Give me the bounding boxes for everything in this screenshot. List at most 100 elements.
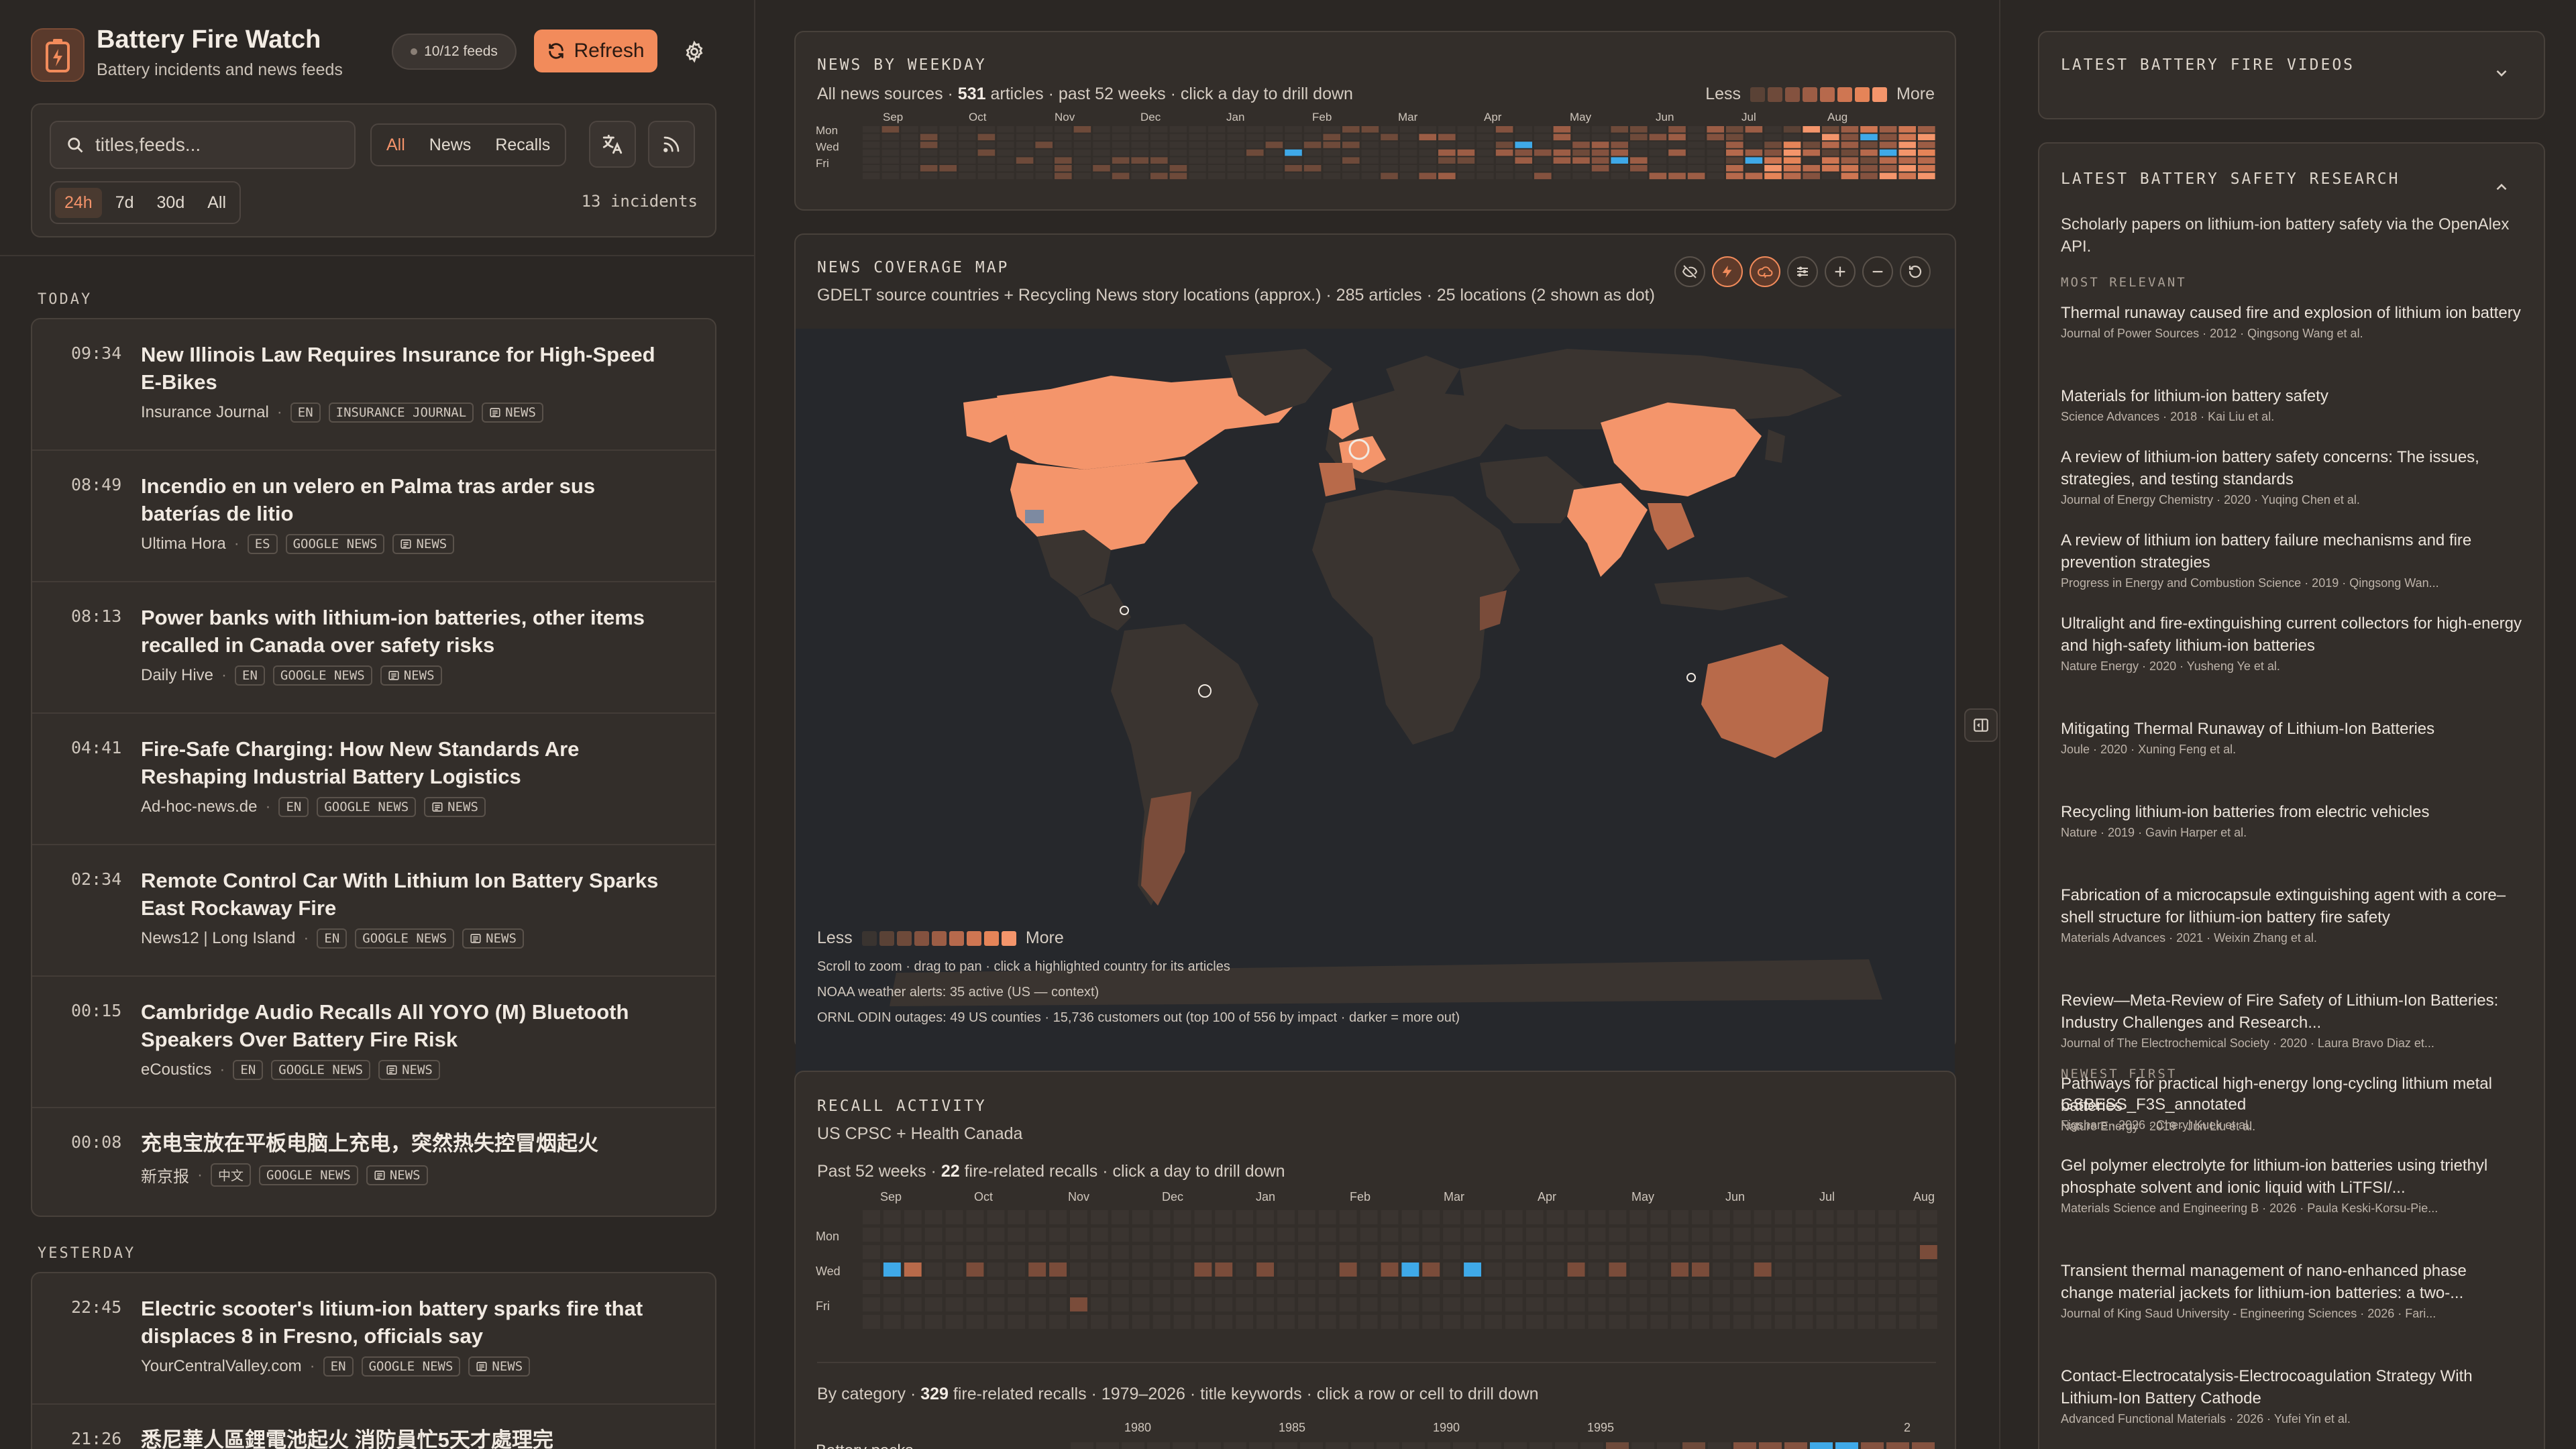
recall-cell[interactable] xyxy=(1111,1263,1129,1277)
heatmap-cell[interactable] xyxy=(1150,172,1168,180)
heatmap-cell[interactable] xyxy=(1285,142,1302,148)
recall-cell[interactable] xyxy=(945,1245,963,1259)
heatmap-cell[interactable] xyxy=(1285,164,1302,172)
heatmap-cell[interactable] xyxy=(1208,172,1226,180)
heatmap-cell[interactable] xyxy=(1822,126,1839,133)
heatmap-cell[interactable] xyxy=(1898,133,1916,141)
heatmap-cell[interactable] xyxy=(997,126,1014,133)
recall-cell[interactable] xyxy=(1297,1315,1316,1329)
recall-cell[interactable] xyxy=(1774,1210,1792,1224)
recall-cell[interactable] xyxy=(1525,1210,1544,1224)
recall-cell[interactable] xyxy=(1360,1210,1378,1224)
category-cell[interactable] xyxy=(1580,1442,1603,1449)
recall-cell[interactable] xyxy=(1505,1297,1523,1311)
heatmap-cell[interactable] xyxy=(1572,126,1590,133)
heatmap-cell[interactable] xyxy=(1477,149,1494,156)
heatmap-cell[interactable] xyxy=(1342,164,1360,172)
category-cell[interactable] xyxy=(1377,1442,1399,1449)
recall-cell[interactable] xyxy=(1049,1228,1067,1242)
heatmap-cell[interactable] xyxy=(1745,133,1763,141)
heatmap-cell[interactable] xyxy=(1285,133,1302,141)
heatmap-cell[interactable] xyxy=(1841,157,1859,164)
heatmap-cell[interactable] xyxy=(1764,172,1782,180)
heatmap-cell[interactable] xyxy=(1246,164,1264,172)
heatmap-cell[interactable] xyxy=(1131,133,1148,141)
recall-cell[interactable] xyxy=(1858,1315,1876,1329)
recall-cell[interactable] xyxy=(1650,1228,1668,1242)
category-cell[interactable] xyxy=(1071,1442,1093,1449)
heatmap-cell[interactable] xyxy=(1419,142,1436,148)
heatmap-cell[interactable] xyxy=(1477,142,1494,148)
recall-cell[interactable] xyxy=(1754,1280,1772,1294)
paper-title[interactable]: Thermal runaway caused fire and explosio… xyxy=(2061,302,2524,324)
recall-cell[interactable] xyxy=(1443,1280,1461,1294)
heatmap-cell[interactable] xyxy=(1495,149,1513,156)
heatmap-cell[interactable] xyxy=(977,157,996,164)
recall-cell[interactable] xyxy=(904,1280,922,1294)
heatmap-cell[interactable] xyxy=(1668,142,1686,148)
recall-cell[interactable] xyxy=(1899,1245,1917,1259)
heatmap-cell[interactable] xyxy=(1438,172,1456,180)
recall-cell[interactable] xyxy=(1318,1280,1336,1294)
heatmap-cell[interactable] xyxy=(1265,172,1283,180)
recall-cell[interactable] xyxy=(966,1315,984,1329)
heatmap-cell[interactable] xyxy=(1208,133,1226,141)
heatmap-cell[interactable] xyxy=(1093,157,1110,164)
paper-item[interactable]: Fabrication of a microcapsule extinguish… xyxy=(2061,884,2524,945)
news-item[interactable]: 08:13 Power banks with lithium-ion batter… xyxy=(32,582,715,714)
heatmap-cell[interactable] xyxy=(1803,126,1820,133)
recall-cell[interactable] xyxy=(1629,1245,1648,1259)
item-title[interactable]: New Illinois Law Requires Insurance for … xyxy=(141,341,678,396)
recall-cell[interactable] xyxy=(863,1280,880,1294)
heatmap-cell[interactable] xyxy=(1285,172,1302,180)
item-source[interactable]: Daily Hive xyxy=(141,666,213,685)
recall-cell[interactable] xyxy=(1360,1297,1378,1311)
recall-cell[interactable] xyxy=(1505,1210,1523,1224)
heatmap-cell[interactable] xyxy=(1208,149,1226,156)
heatmap-cell[interactable] xyxy=(1189,172,1206,180)
recall-cell[interactable] xyxy=(1070,1263,1087,1277)
heatmap-cell[interactable] xyxy=(1016,142,1034,148)
recall-cell[interactable] xyxy=(966,1263,984,1277)
item-title[interactable]: 充电宝放在平板电脑上充电，突然热失控冒烟起火 xyxy=(141,1130,678,1157)
recall-cell[interactable] xyxy=(1318,1315,1336,1329)
heatmap-cell[interactable] xyxy=(1764,157,1782,164)
recall-cell[interactable] xyxy=(1194,1228,1212,1242)
recall-cell[interactable] xyxy=(1049,1263,1067,1277)
recall-cell[interactable] xyxy=(1381,1263,1399,1277)
heatmap-cell[interactable] xyxy=(997,149,1014,156)
recall-cell[interactable] xyxy=(1173,1315,1191,1329)
recall-cell[interactable] xyxy=(1236,1280,1254,1294)
heatmap-cell[interactable] xyxy=(1381,149,1398,156)
recall-cell[interactable] xyxy=(1090,1228,1108,1242)
recall-cell[interactable] xyxy=(1505,1245,1523,1259)
heatmap-cell[interactable] xyxy=(1572,149,1590,156)
recall-cell[interactable] xyxy=(1546,1245,1564,1259)
heatmap-cell[interactable] xyxy=(1803,157,1820,164)
heatmap-cell[interactable] xyxy=(901,149,918,156)
news-item[interactable]: 04:41 Fire-Safe Charging: How New Standar… xyxy=(32,714,715,845)
heatmap-cell[interactable] xyxy=(1649,133,1667,141)
recall-cell[interactable] xyxy=(1215,1210,1233,1224)
heatmap-cell[interactable] xyxy=(1169,149,1187,156)
heatmap-cell[interactable] xyxy=(1803,172,1820,180)
paper-title[interactable]: Recycling lithium-ion batteries from ele… xyxy=(2061,801,2524,823)
recall-cell[interactable] xyxy=(1028,1245,1046,1259)
type-filter-news[interactable]: News xyxy=(419,130,482,160)
news-item[interactable]: 08:49 Incendio en un velero en Palma tras… xyxy=(32,451,715,582)
heatmap-cell[interactable] xyxy=(1399,126,1417,133)
heatmap-cell[interactable] xyxy=(1055,126,1072,133)
settings-gear-icon[interactable] xyxy=(679,36,710,67)
item-title[interactable]: Incendio en un velero en Palma tras arde… xyxy=(141,472,678,527)
recall-cell[interactable] xyxy=(1485,1228,1502,1242)
heatmap-cell[interactable] xyxy=(1342,142,1360,148)
heatmap-cell[interactable] xyxy=(1745,126,1763,133)
heatmap-cell[interactable] xyxy=(1342,172,1360,180)
heatmap-cell[interactable] xyxy=(1841,149,1859,156)
recall-cell[interactable] xyxy=(1443,1263,1461,1277)
heatmap-cell[interactable] xyxy=(1611,126,1628,133)
recall-cell[interactable] xyxy=(1401,1210,1419,1224)
heatmap-cell[interactable] xyxy=(1668,164,1686,172)
recall-cell[interactable] xyxy=(1381,1245,1399,1259)
recall-cell[interactable] xyxy=(904,1228,922,1242)
